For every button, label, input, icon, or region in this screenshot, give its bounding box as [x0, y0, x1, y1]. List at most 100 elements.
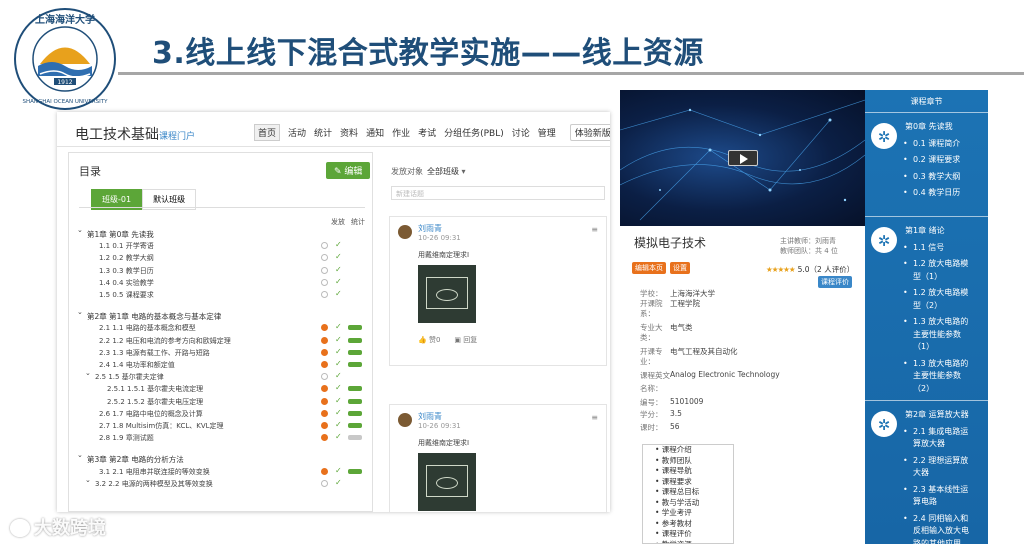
chapter-link[interactable]: 1.2 放大电路模	[903, 258, 968, 270]
chapter-link[interactable]: 型（1）	[905, 271, 942, 283]
discussion-post[interactable]: 刘雨青 10-26 09:31 ≡ 用戴维南定理求I	[389, 404, 607, 512]
edit-page-button[interactable]: 编辑本页	[632, 262, 666, 274]
star-icon: ✲	[871, 227, 897, 253]
check-icon: ✓	[335, 322, 342, 332]
chapter-link[interactable]: 1.1 信号	[903, 242, 944, 254]
row-label: 2.1 1.1 电路的基本概念和模型	[99, 324, 196, 333]
discussion-post[interactable]: 刘雨青 10-26 09:31 ≡ 用戴维南定理求I 👍 赞0 ▣ 回复	[389, 216, 607, 366]
expand-caret-icon[interactable]: ⌄	[85, 369, 91, 377]
chapter-link[interactable]: 1.3 放大电路的	[903, 358, 968, 370]
post-image[interactable]	[418, 453, 476, 511]
chapter-link[interactable]: 大器	[905, 467, 929, 479]
lesson-row[interactable]: 2.5.2 1.5.2 基尔霍夫电压定理 ✓	[69, 396, 374, 408]
nav-tab[interactable]: 分组任务(PBL)	[444, 126, 504, 139]
rating-score: 5.0（2 人评价）	[797, 265, 855, 274]
chapter-link[interactable]: 2.2 理想运算放	[903, 455, 968, 467]
course-portal-link[interactable]: 课程门户	[159, 132, 195, 142]
lesson-row[interactable]: 2.5.1 1.5.1 基尔霍夫电流定理 ✓	[69, 383, 374, 395]
review-button[interactable]: 课程评价	[818, 276, 852, 288]
lesson-row[interactable]: ⌄ 2.5 1.5 基尔霍夫定律 ✓	[69, 369, 374, 383]
play-icon[interactable]	[728, 150, 758, 166]
lesson-row[interactable]: 1.5 0.5 课程要求 ✓	[69, 289, 374, 301]
chapter-link[interactable]: 0.3 教学大纲	[903, 171, 960, 183]
course-video[interactable]	[620, 90, 865, 226]
reply-button[interactable]: ▣ 回复	[454, 335, 477, 345]
toc-item[interactable]: • 教师团队	[643, 456, 733, 467]
toc-item[interactable]: • 参考教材	[643, 519, 733, 530]
nav-tab[interactable]: 考试	[418, 126, 436, 139]
course-title: 电工技术基础课程门户	[75, 124, 195, 144]
chapter-link[interactable]: 1.3 放大电路的	[903, 316, 968, 328]
chapter-link[interactable]: 0.1 课程简介	[903, 138, 960, 150]
expand-caret-icon[interactable]: ⌄	[77, 226, 83, 234]
post-author[interactable]: 刘雨青	[418, 223, 442, 234]
target-selector[interactable]: 发放对象 全部班级 ▾	[391, 166, 466, 177]
chapter-row[interactable]: ⌄ 第2章 第1章 电路的基本概念与基本定律	[69, 308, 374, 322]
lesson-row[interactable]: 1.2 0.2 教学大纲 ✓	[69, 252, 374, 264]
settings-button[interactable]: 设置	[670, 262, 690, 274]
lesson-row[interactable]: ⌄ 3.2 2.2 电源的两种模型及其等效变换 ✓	[69, 476, 374, 490]
expand-caret-icon[interactable]: ⌄	[85, 476, 91, 484]
check-icon: ✓	[335, 407, 342, 417]
chapter-link[interactable]: 主要性能参数	[905, 370, 961, 382]
chapter-link[interactable]: 主要性能参数	[905, 329, 961, 341]
field-value: 工程学院	[670, 299, 700, 308]
chapter-link[interactable]: （1）	[905, 341, 934, 353]
lesson-row[interactable]: 1.1 0.1 开学寄语 ✓	[69, 240, 374, 252]
post-menu-icon[interactable]: ≡	[591, 225, 598, 234]
chapter-link[interactable]: 路的其他应用	[905, 538, 961, 544]
nav-tab[interactable]: 资料	[340, 126, 358, 139]
chapter-row[interactable]: ⌄ 第3章 第2章 电路的分析方法	[69, 451, 374, 465]
tabs-divider	[79, 207, 365, 208]
post-image[interactable]	[418, 265, 476, 323]
chapter-link[interactable]: （2）	[905, 383, 934, 395]
nav-tab[interactable]: 统计	[314, 126, 332, 139]
chapter-row[interactable]: ⌄ 第1章 第0章 先读我	[69, 226, 374, 240]
toc-item[interactable]: • 课程介绍	[643, 445, 733, 456]
chapter-link[interactable]: 算电路	[905, 496, 937, 508]
lesson-row[interactable]: 2.1 1.1 电路的基本概念和模型 ✓	[69, 322, 374, 334]
lesson-row[interactable]: 2.7 1.8 Multisim仿真：KCL、KVL定理 ✓	[69, 420, 374, 432]
progress-badge	[348, 325, 362, 331]
toc-item[interactable]: • 课程导航	[643, 466, 733, 477]
chapter-link[interactable]: 2.4 同相输入和	[903, 513, 968, 525]
toc-item[interactable]: • 课程评价	[643, 529, 733, 540]
nav-tab[interactable]: 活动	[288, 126, 306, 139]
lesson-row[interactable]: 2.2 1.2 电压和电流的参考方向和欧姆定理 ✓	[69, 335, 374, 347]
post-menu-icon[interactable]: ≡	[591, 413, 598, 422]
toc-item[interactable]: • 教与学活动	[643, 498, 733, 509]
chapter-link[interactable]: 型（2）	[905, 300, 942, 312]
expand-caret-icon[interactable]: ⌄	[77, 451, 83, 459]
nav-tab[interactable]: 首页	[254, 124, 281, 141]
new-topic-input[interactable]: 新建话题	[391, 186, 605, 200]
toc-item[interactable]: • 学业考评	[643, 508, 733, 519]
lesson-row[interactable]: 2.6 1.7 电路中电位的概念及计算 ✓	[69, 407, 374, 420]
chapter-link[interactable]: 2.1 集成电路运	[903, 426, 968, 438]
nav-tab[interactable]: 通知	[366, 126, 384, 139]
chapter-link[interactable]: 0.4 教学日历	[903, 187, 960, 199]
nav-tab[interactable]: 作业	[392, 126, 410, 139]
target-label: 发放对象	[391, 167, 423, 176]
chapter-link[interactable]: 2.3 基本线性运	[903, 484, 968, 496]
lesson-row[interactable]: 2.3 1.3 电源有载工作、开路与短路 ✓	[69, 347, 374, 359]
toc-item[interactable]: • 课程要求	[643, 477, 733, 488]
like-button[interactable]: 👍 赞0	[418, 335, 440, 345]
toc-item[interactable]: • 教学资源	[643, 540, 733, 544]
chapter-link[interactable]: 反相输入放大电	[905, 525, 969, 537]
edit-button[interactable]: ✎ 编辑	[326, 162, 371, 179]
lesson-row[interactable]: 1.4 0.4 实验教学 ✓	[69, 277, 374, 289]
toc-item[interactable]: • 课程总目标	[643, 487, 733, 498]
nav-tab[interactable]: 讨论	[512, 126, 530, 139]
field-value: 5101009	[670, 396, 704, 406]
lesson-row[interactable]: 3.1 2.1 电阻串并联连接的等效变换 ✓	[69, 466, 374, 478]
lesson-row[interactable]: 1.3 0.3 教学日历 ✓	[69, 265, 374, 277]
experience-new-button[interactable]: 体验新版	[569, 124, 610, 141]
expand-caret-icon[interactable]: ⌄	[77, 308, 83, 316]
chapter-link[interactable]: 0.2 课程要求	[903, 154, 960, 166]
lesson-row[interactable]: 2.8 1.9 章测试题 ✓	[69, 432, 374, 444]
chapter-link[interactable]: 1.2 放大电路模	[903, 287, 968, 299]
post-author[interactable]: 刘雨青	[418, 411, 442, 422]
lesson-row[interactable]: 2.4 1.4 电功率和额定值 ✓	[69, 359, 374, 371]
chapter-link[interactable]: 算放大器	[905, 438, 945, 450]
nav-tab[interactable]: 管理	[538, 126, 556, 139]
